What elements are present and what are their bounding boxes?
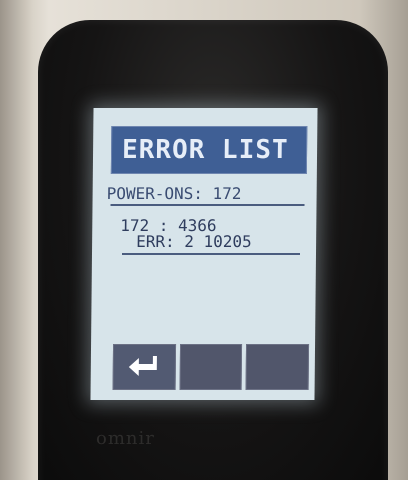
scene: ERROR LIST POWER-ONS: 172 172 : 4366 ERR… <box>0 0 408 480</box>
return-arrow-icon <box>129 356 158 376</box>
power-ons-count: POWER-ONS: 172 <box>106 184 242 203</box>
enter-softkey[interactable] <box>112 344 176 390</box>
error-entry-line2: ERR: 2 10205 <box>136 232 252 251</box>
softkey-bar <box>112 344 310 390</box>
lcd-screen: ERROR LIST POWER-ONS: 172 172 : 4366 ERR… <box>90 108 318 400</box>
divider-entry <box>121 253 301 255</box>
title-bar: ERROR LIST <box>110 126 308 174</box>
screen-title: ERROR LIST <box>121 135 289 165</box>
divider-top <box>110 204 305 206</box>
brand-logo: omnir <box>96 428 155 449</box>
softkey-2[interactable] <box>179 344 243 390</box>
softkey-3[interactable] <box>245 344 310 390</box>
